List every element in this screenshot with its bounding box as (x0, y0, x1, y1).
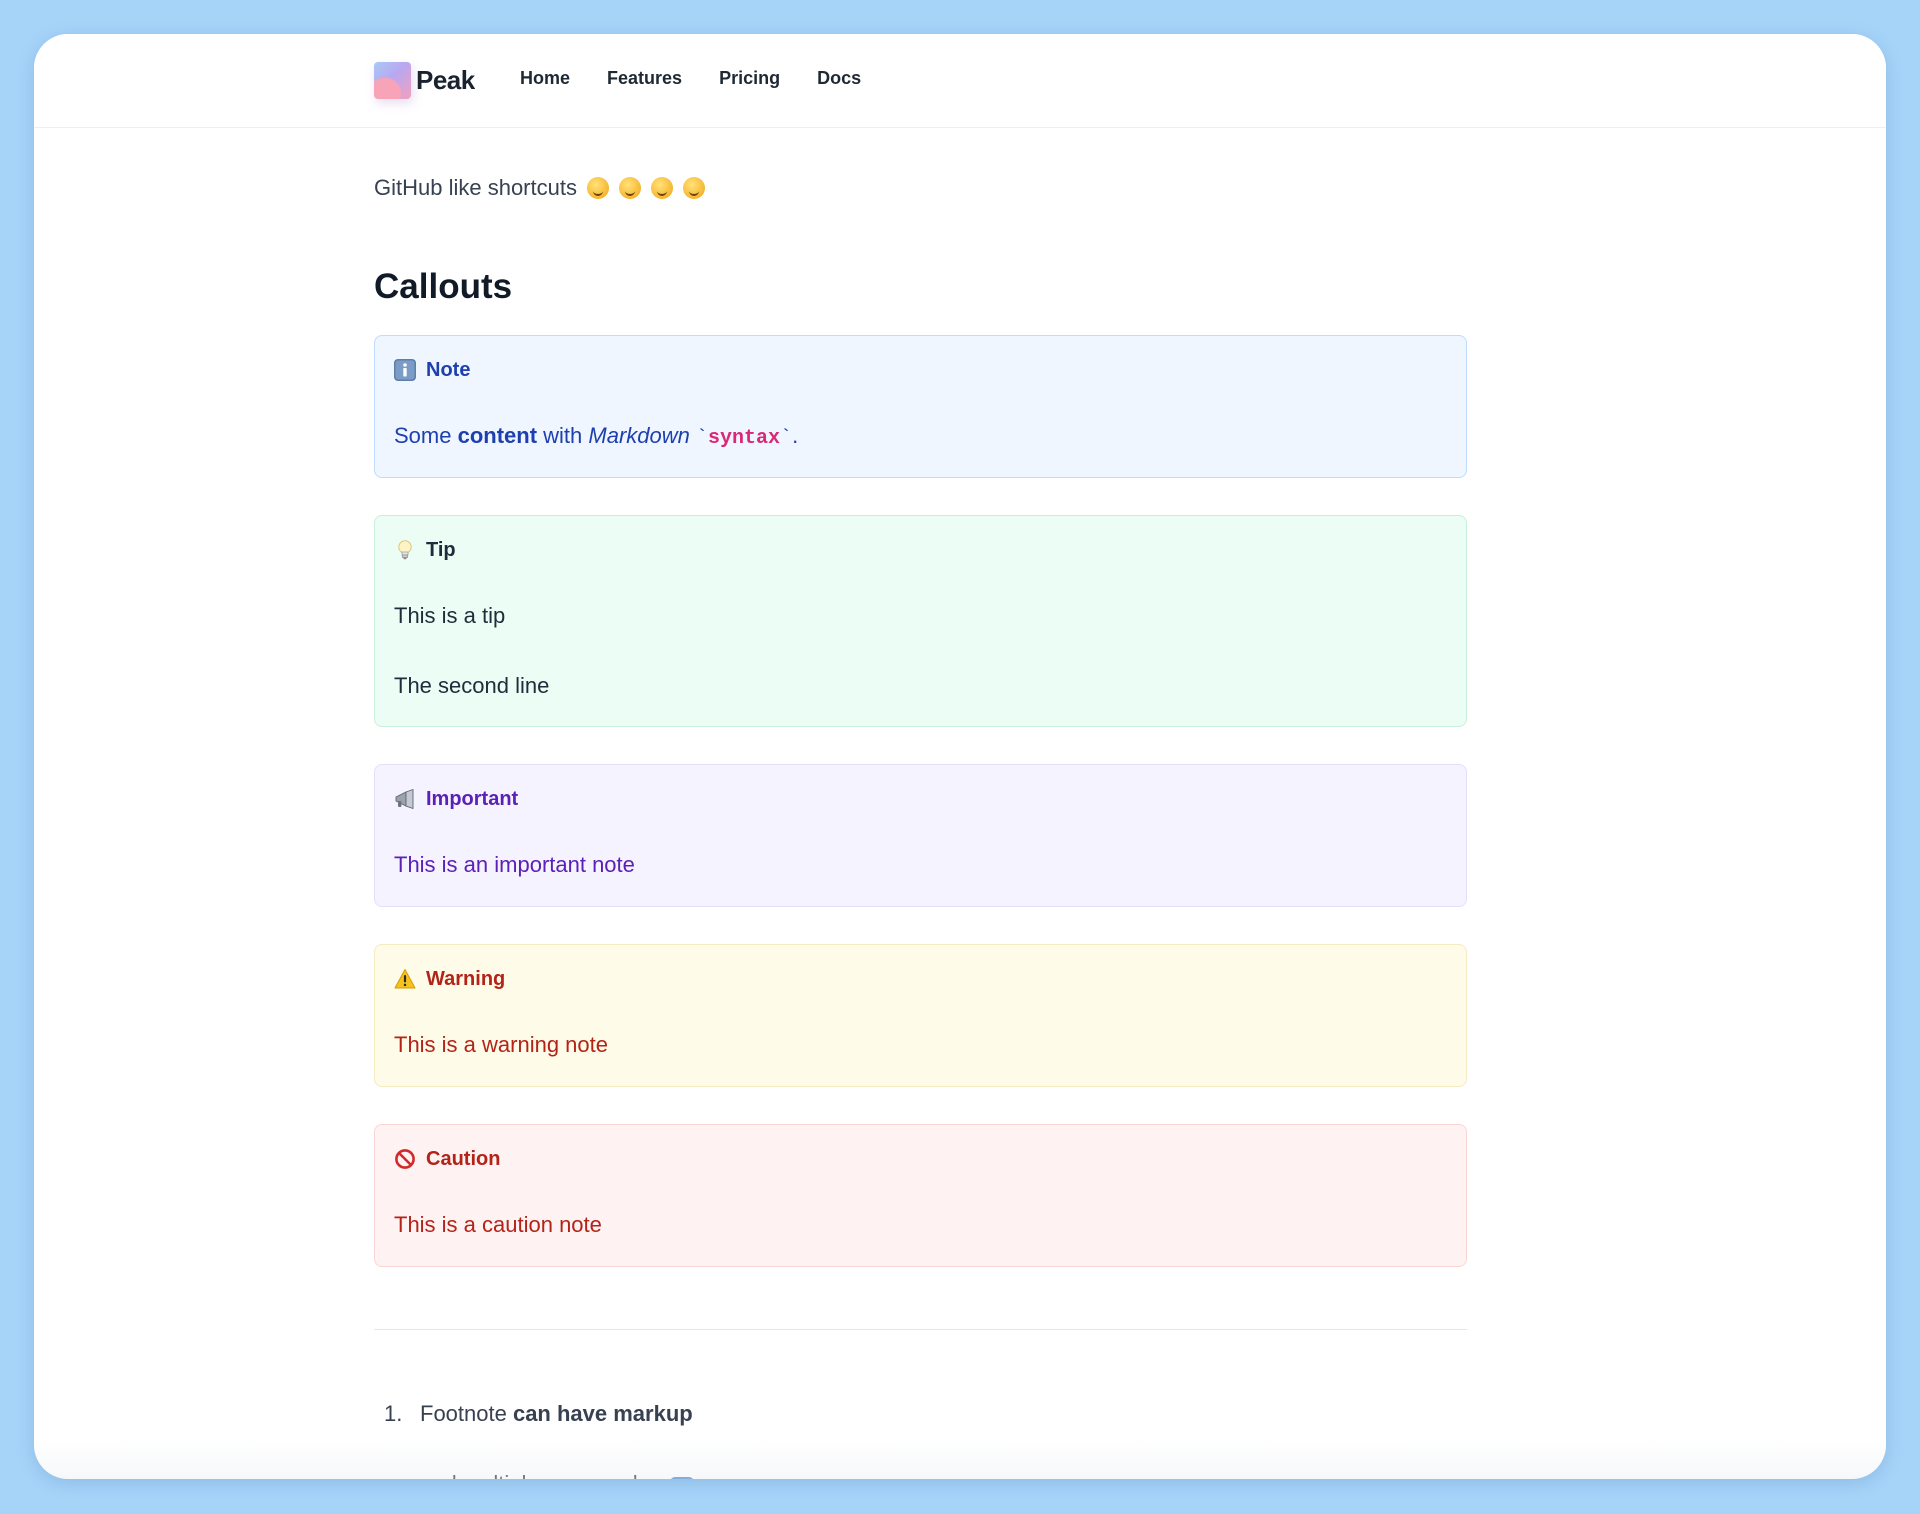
callout-tip: Tip This is a tip The second line (374, 515, 1467, 727)
note-text-start: Some (394, 423, 458, 448)
intro-text: GitHub like shortcuts (374, 175, 577, 200)
nav-link-home[interactable]: Home (520, 68, 570, 89)
nav-link-features[interactable]: Features (607, 68, 682, 89)
important-text: This is an important note (394, 852, 635, 877)
callout-warning: Warning This is a warning note (374, 944, 1467, 1087)
yum-emoji-icon (683, 177, 706, 199)
callout-caution: Caution This is a caution note (374, 1124, 1467, 1267)
grin-emoji-icon (651, 177, 674, 199)
main-nav: Home Features Pricing Docs (520, 68, 898, 89)
warning-text: This is a warning note (394, 1032, 608, 1057)
intro-paragraph: GitHub like shortcuts (374, 173, 706, 203)
footnote-paragraph-2: and multiple paragraphs. ↩ (420, 1469, 1467, 1479)
tip-line-2: The second line (394, 673, 550, 698)
callout-important-title: Important (394, 785, 1447, 813)
callout-note: Note Some content with Markdown `syntax`… (374, 335, 1467, 478)
no-entry-icon (394, 1148, 416, 1170)
callout-warning-body: This is a warning note (394, 1030, 1447, 1060)
note-text-end: . (792, 423, 799, 448)
footnote-text: Footnote (420, 1401, 513, 1426)
callout-caution-body: This is a caution note (394, 1210, 1447, 1240)
callout-tip-title: Tip (394, 536, 1447, 564)
note-code-text: syntax (708, 427, 781, 450)
note-inline-code: `syntax` (696, 427, 793, 450)
footnote-paragraph-1: Footnote can have markup (420, 1399, 1467, 1429)
nav-link-pricing[interactable]: Pricing (719, 68, 780, 89)
callout-caution-label: Caution (426, 1147, 501, 1170)
footnote-second-text: and multiple paragraphs. (420, 1471, 662, 1479)
callout-warning-label: Warning (426, 967, 506, 990)
megaphone-icon (394, 788, 416, 810)
lightbulb-icon (394, 539, 416, 561)
wink-emoji-icon (587, 177, 610, 199)
footnotes-divider (374, 1329, 1467, 1330)
dizzy-emoji-icon (619, 177, 642, 199)
callout-important-label: Important (426, 787, 519, 810)
callout-note-title: Note (394, 356, 1447, 384)
callout-tip-body: This is a tip The second line (394, 601, 1447, 701)
note-text-mid: with (537, 423, 589, 448)
site-header: Peak Home Features Pricing Docs (34, 34, 1886, 128)
browser-window: Peak Home Features Pricing Docs GitHub l… (34, 34, 1886, 1479)
footnote-number: 1. (384, 1401, 403, 1426)
note-bold-text: content (457, 423, 538, 448)
callout-important-body: This is an important note (394, 850, 1447, 880)
return-arrow-icon[interactable]: ↩ (670, 1477, 695, 1479)
warning-triangle-icon (394, 968, 416, 990)
info-icon (394, 359, 416, 381)
callout-important: Important This is an important note (374, 764, 1467, 907)
callout-note-label: Note (426, 358, 471, 381)
footnotes-section: 1. Footnote can have markup and multiple… (374, 1399, 1467, 1479)
footnote-bold-text: can have markup (512, 1401, 693, 1426)
brand-logo-link[interactable]: Peak (374, 62, 475, 99)
section-heading-callouts: Callouts (374, 267, 513, 306)
logo-icon (374, 62, 411, 99)
footnote-item: 1. Footnote can have markup and multiple… (374, 1399, 1467, 1479)
brand-name: Peak (416, 65, 475, 95)
note-italic-text: Markdown (588, 423, 690, 448)
callout-note-body: Some content with Markdown `syntax`. (394, 421, 1447, 454)
tip-line-1: This is a tip (394, 603, 506, 628)
callout-warning-title: Warning (394, 965, 1447, 993)
callout-caution-title: Caution (394, 1145, 1447, 1173)
nav-link-docs[interactable]: Docs (817, 68, 861, 89)
caution-text: This is a caution note (394, 1212, 602, 1237)
callout-tip-label: Tip (426, 538, 456, 561)
